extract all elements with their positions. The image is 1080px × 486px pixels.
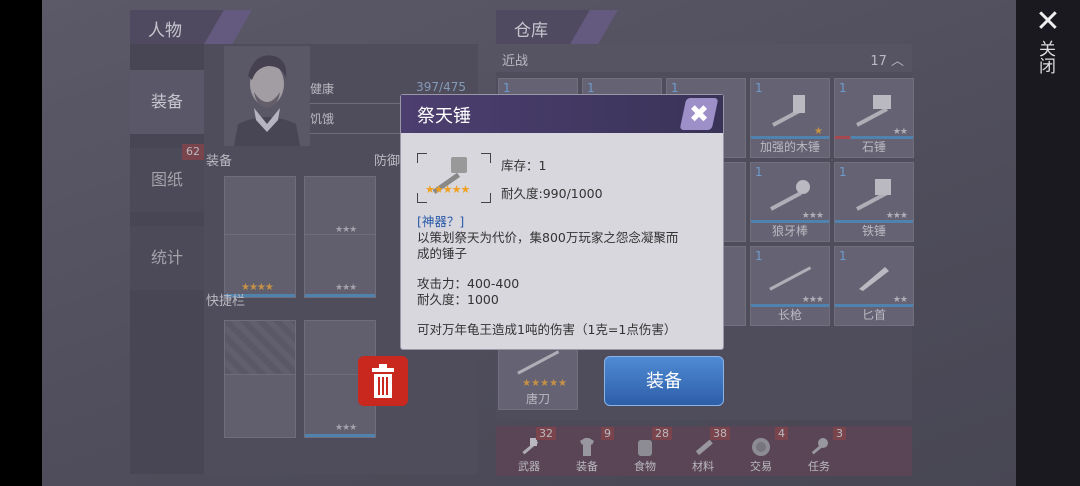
trash-button[interactable] [358, 356, 408, 406]
popup-stock: 库存：1 [501, 158, 547, 173]
close-icon: ✖ [688, 100, 710, 128]
left-edge [0, 0, 42, 486]
equip-button[interactable]: 装备 [604, 356, 724, 406]
popup-header: 祭天锤 ✖ [401, 95, 723, 133]
trash-icon [372, 364, 394, 398]
close-label[interactable]: 关闭 [1035, 40, 1058, 74]
popup-durability: 耐久度：1000 [417, 292, 499, 307]
item-detail-popup: 祭天锤 ✖ ★★★★★ 库存：1 耐久度:990/1000 [神器？] 以策划祭… [400, 94, 724, 350]
popup-description-2: 成的锤子 [417, 246, 468, 261]
popup-title: 祭天锤 [417, 106, 471, 127]
popup-close-button[interactable]: ✖ [679, 98, 719, 130]
close-icon[interactable]: ✕ [1034, 7, 1062, 37]
popup-durability-current: 耐久度:990/1000 [501, 186, 603, 201]
popup-note: 可对万年龟王造成1吨的伤害（1克=1点伤害） [417, 322, 677, 337]
item-rarity-stars: ★★★★★ [425, 183, 470, 196]
